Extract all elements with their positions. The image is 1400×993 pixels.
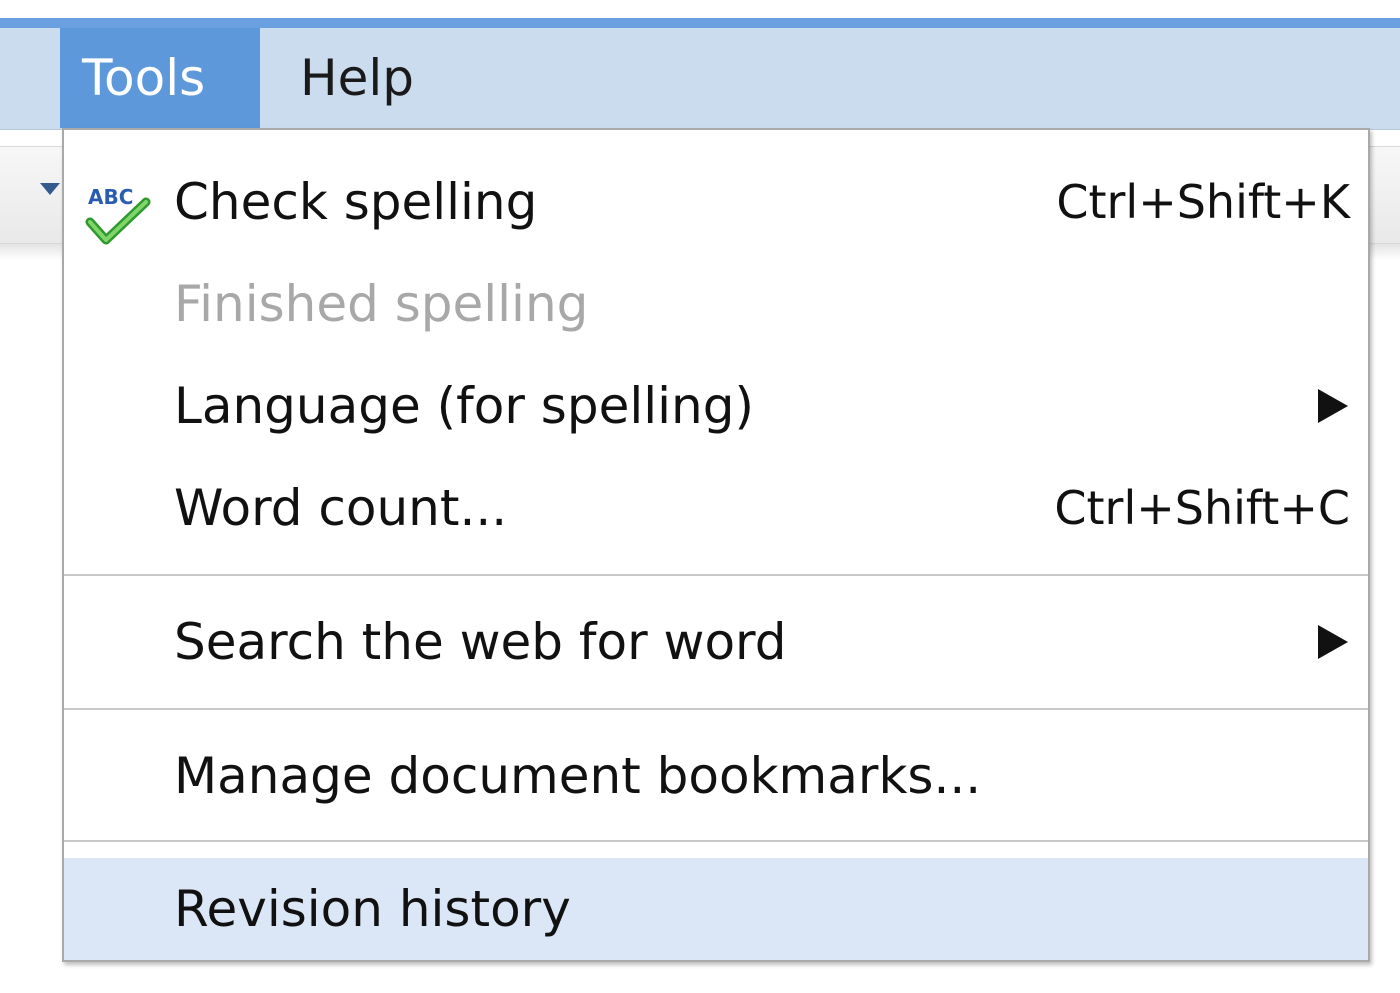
menu-item-finished-spelling: Finished spelling: [64, 254, 1368, 354]
menu-item-shortcut: Ctrl+Shift+C: [1054, 481, 1350, 535]
menu-tools-label: Tools: [82, 49, 206, 107]
menu-help-label: Help: [300, 49, 414, 107]
menu-item-label: Search the web for word: [174, 613, 787, 671]
submenu-arrow-icon: [1318, 389, 1348, 423]
menu-separator: [64, 840, 1368, 842]
dropdown-arrow-icon[interactable]: [40, 183, 60, 195]
menu-item-label: Word count...: [174, 479, 508, 537]
menu-item-search-web[interactable]: Search the web for word: [64, 592, 1368, 692]
menu-item-manage-bookmarks[interactable]: Manage document bookmarks...: [64, 726, 1368, 826]
menu-separator: [64, 574, 1368, 576]
menu-item-shortcut: Ctrl+Shift+K: [1056, 175, 1350, 229]
menu-item-label: Manage document bookmarks...: [174, 747, 982, 805]
menu-tools[interactable]: Tools: [60, 28, 260, 128]
menu-item-label: Language (for spelling): [174, 377, 754, 435]
menubar: Tools Help: [0, 28, 1400, 130]
window-top-strip: [0, 0, 1400, 18]
menu-item-word-count[interactable]: Word count... Ctrl+Shift+C: [64, 458, 1368, 558]
menu-item-label: Finished spelling: [174, 275, 589, 333]
menu-item-label: Check spelling: [174, 173, 538, 231]
window-accent-bar: [0, 18, 1400, 28]
menu-item-label: Revision history: [174, 880, 571, 938]
tools-dropdown-menu: ABC Check spelling Ctrl+Shift+K Finished…: [62, 128, 1370, 962]
spell-check-icon: ABC: [85, 185, 151, 245]
menu-separator: [64, 708, 1368, 710]
menu-help[interactable]: Help: [300, 28, 460, 128]
submenu-arrow-icon: [1318, 625, 1348, 659]
menu-item-revision-history[interactable]: Revision history: [64, 858, 1368, 960]
svg-text:ABC: ABC: [88, 185, 133, 209]
menu-item-check-spelling[interactable]: ABC Check spelling Ctrl+Shift+K: [64, 152, 1368, 252]
menu-item-language[interactable]: Language (for spelling): [64, 356, 1368, 456]
